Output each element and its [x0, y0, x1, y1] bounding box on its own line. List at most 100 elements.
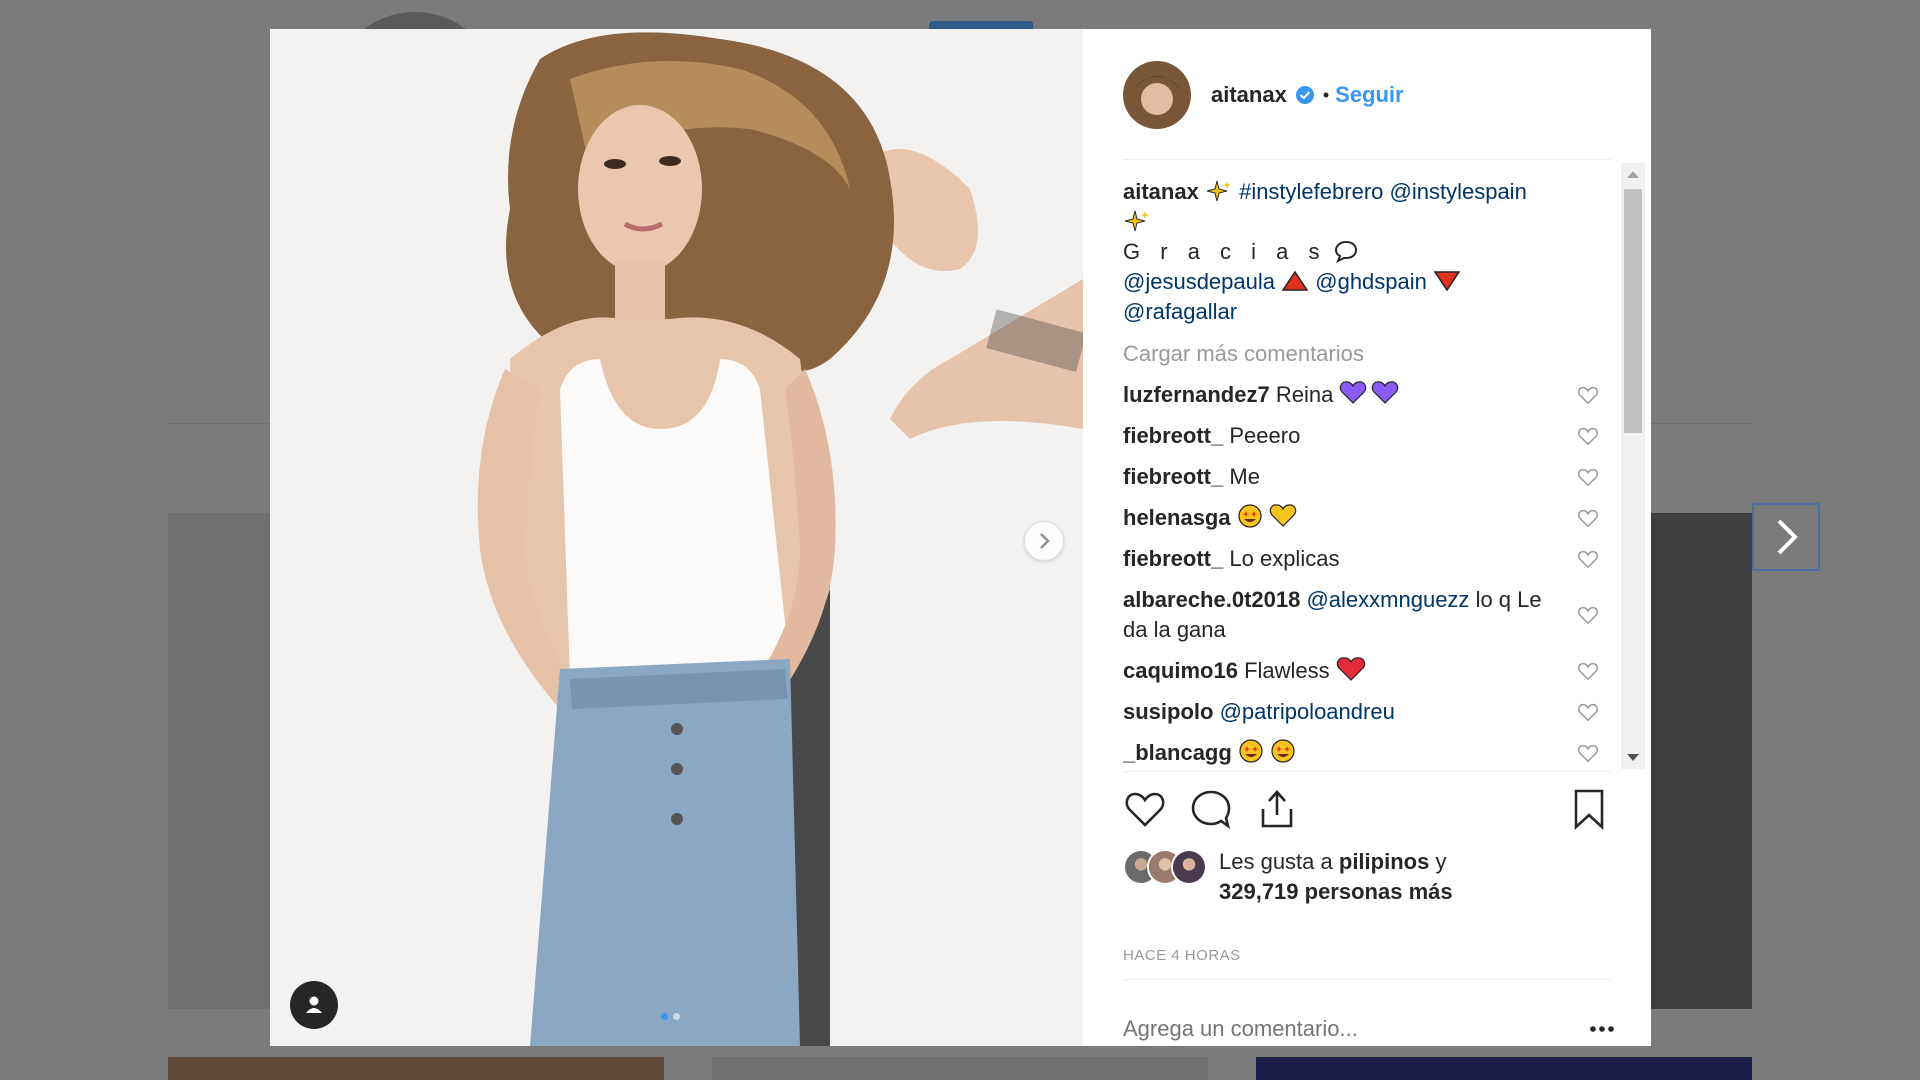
comment-username[interactable]: fiebreott_ — [1123, 464, 1223, 489]
profile-photo — [1123, 61, 1191, 129]
post-caption: aitanax #instylefebrero @instylespain G … — [1123, 177, 1603, 327]
post-username[interactable]: aitanax — [1211, 82, 1287, 108]
user-tag-icon — [306, 996, 322, 1013]
star-eyes-emoji-icon — [1238, 504, 1296, 528]
comment-text: Peeero — [1229, 423, 1301, 448]
heart-outline-icon[interactable] — [1577, 507, 1599, 529]
header-divider — [1123, 159, 1611, 160]
comment-row: fiebreott_ Peeero — [1123, 421, 1603, 451]
post-header: aitanax • Seguir — [1083, 29, 1651, 161]
red-triangle-up-icon — [1281, 270, 1309, 291]
heart-outline-icon[interactable] — [1577, 425, 1599, 447]
verified-badge-icon — [1295, 86, 1314, 104]
comment-mention[interactable]: @patripoloandreu — [1220, 699, 1395, 724]
comment-row: caquimo16 Flawless — [1123, 656, 1603, 686]
add-comment-input[interactable] — [1123, 1007, 1571, 1051]
background-grid-tile — [1651, 513, 1752, 1009]
comment-username[interactable]: _blancagg — [1123, 740, 1232, 765]
scroll-up-arrow[interactable] — [1627, 171, 1639, 178]
background-grid-tile — [168, 513, 270, 1009]
actions-divider — [1123, 771, 1611, 772]
comment-row: fiebreott_ Lo explicas — [1123, 544, 1603, 574]
carousel-next-button[interactable] — [1024, 521, 1064, 561]
carousel-dot-active — [661, 1013, 668, 1020]
star-eyes-emoji-icon — [1239, 739, 1295, 763]
liker-avatars — [1123, 849, 1211, 885]
comment-username[interactable]: helenasga — [1123, 505, 1231, 530]
speech-bubble-icon — [1334, 240, 1357, 263]
caption-hashtag[interactable]: #instylefebrero — [1239, 179, 1383, 204]
heart-outline-icon[interactable] — [1577, 742, 1599, 764]
bookmark-icon[interactable] — [1567, 787, 1611, 831]
sparkles-icon — [1124, 210, 1149, 232]
load-more-comments-button[interactable]: Cargar más comentarios — [1123, 339, 1603, 369]
comment-text: Reina — [1275, 382, 1334, 407]
comment-username[interactable]: albareche.0t2018 — [1123, 587, 1300, 612]
chevron-right-icon — [1040, 533, 1050, 549]
carousel-dot — [673, 1013, 680, 1020]
comment-mention[interactable]: @alexxmnguezz — [1306, 587, 1469, 612]
likes-prefix: Les gusta a — [1219, 849, 1333, 874]
background-grid-tile — [712, 1057, 1208, 1080]
share-upload-icon[interactable] — [1255, 787, 1299, 831]
chevron-right-icon — [1777, 519, 1798, 555]
caption-mention[interactable]: @instylespain — [1390, 179, 1527, 204]
comment-row: helenasga — [1123, 503, 1603, 533]
avatar[interactable] — [1123, 61, 1191, 129]
comment-username[interactable]: susipolo — [1123, 699, 1213, 724]
model-portrait-image — [270, 29, 1083, 1046]
comment-username[interactable]: luzfernandez7 — [1123, 382, 1270, 407]
heart-outline-icon[interactable] — [1577, 701, 1599, 723]
likes-summary: Les gusta a pilipinos y 329,719 personas… — [1123, 847, 1453, 907]
comment-row: fiebreott_ Me — [1123, 462, 1603, 492]
caption-mention[interactable]: @rafagallar — [1123, 299, 1237, 324]
next-post-button[interactable] — [1752, 503, 1820, 571]
sparkles-icon — [1206, 180, 1231, 202]
caption-thanks: G r a c i a s — [1123, 239, 1327, 264]
more-options-icon[interactable] — [1585, 1017, 1619, 1041]
comment-divider — [1123, 979, 1611, 980]
user-tags-button[interactable] — [290, 981, 338, 1029]
likes-count[interactable]: 329,719 personas más — [1219, 879, 1453, 904]
background-grid-tile — [168, 1057, 664, 1080]
post-modal: aitanax • Seguir aitanax #instylefebrero… — [270, 29, 1651, 1051]
comment-text: Flawless — [1244, 658, 1330, 683]
header-separator: • — [1322, 84, 1330, 105]
comment-username[interactable]: fiebreott_ — [1123, 423, 1223, 448]
heart-outline-icon[interactable] — [1577, 384, 1599, 406]
heart-outline-icon[interactable] — [1577, 548, 1599, 570]
caption-mention[interactable]: @jesusdepaula — [1123, 269, 1275, 294]
post-photo — [270, 29, 1083, 1046]
avatar — [1171, 849, 1207, 885]
scrollbar-thumb[interactable] — [1624, 189, 1642, 433]
purple-heart-icon — [1340, 381, 1399, 404]
post-side-panel: aitanax • Seguir aitanax #instylefebrero… — [1083, 29, 1651, 1051]
carousel-indicator — [661, 1013, 680, 1020]
likes-text: Les gusta a pilipinos y 329,719 personas… — [1219, 847, 1453, 907]
red-heart-icon — [1336, 657, 1365, 681]
comments-list[interactable]: aitanax #instylefebrero @instylespain G … — [1123, 177, 1603, 799]
heart-outline-icon[interactable] — [1577, 604, 1599, 626]
comment-row: susipolo @patripoloandreu — [1123, 697, 1603, 727]
scroll-down-arrow[interactable] — [1627, 754, 1639, 761]
comments-scrollbar[interactable] — [1621, 163, 1645, 769]
liker-username[interactable]: pilipinos — [1339, 849, 1429, 874]
heart-outline-icon[interactable] — [1577, 660, 1599, 682]
comment-row: albareche.0t2018 @alexxmnguezz lo q Le d… — [1123, 585, 1603, 645]
red-triangle-down-icon — [1433, 271, 1461, 292]
comment-text: Me — [1229, 464, 1260, 489]
follow-button[interactable]: Seguir — [1335, 82, 1403, 108]
post-timestamp[interactable]: HACE 4 HORAS — [1123, 947, 1241, 964]
comment-text: Lo explicas — [1229, 546, 1340, 571]
caption-mention[interactable]: @ghdspain — [1315, 269, 1427, 294]
background-grid-tile — [1256, 1057, 1752, 1080]
speech-bubble-icon[interactable] — [1189, 787, 1233, 831]
comment-username[interactable]: caquimo16 — [1123, 658, 1238, 683]
heart-outline-icon[interactable] — [1577, 466, 1599, 488]
action-bar — [1123, 787, 1611, 835]
likes-connector: y — [1435, 849, 1447, 874]
caption-username[interactable]: aitanax — [1123, 179, 1199, 204]
comment-username[interactable]: fiebreott_ — [1123, 546, 1223, 571]
heart-outline-icon[interactable] — [1123, 787, 1167, 831]
comment-row: _blancagg — [1123, 738, 1603, 768]
